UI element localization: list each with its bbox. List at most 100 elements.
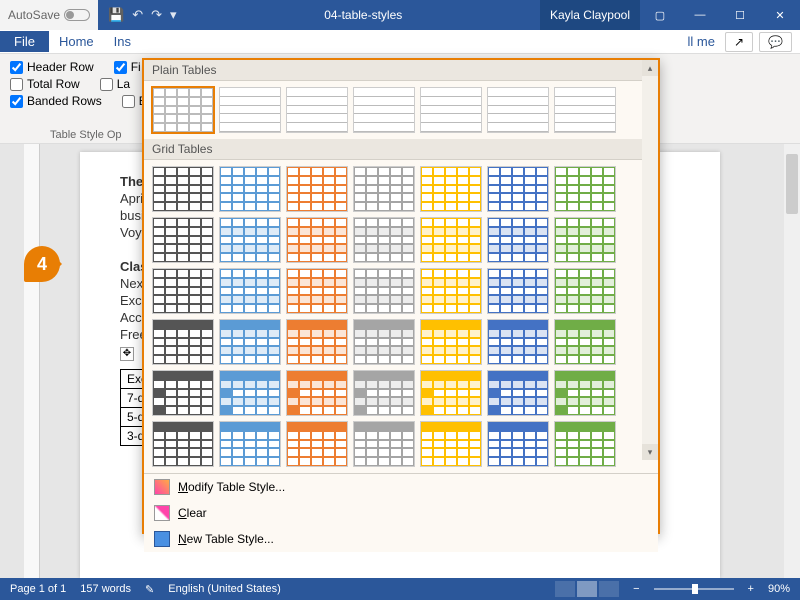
menu-new-table-style[interactable]: New Table Style... bbox=[144, 526, 658, 552]
table-style-thumbnail[interactable] bbox=[420, 319, 482, 365]
tab-tell-me[interactable]: ll me bbox=[678, 34, 725, 49]
table-style-thumbnail[interactable] bbox=[152, 319, 214, 365]
table-style-thumbnail[interactable] bbox=[487, 421, 549, 467]
table-style-thumbnail[interactable] bbox=[420, 87, 482, 133]
minimize-icon[interactable]: — bbox=[680, 0, 720, 30]
vertical-scrollbar[interactable] bbox=[784, 144, 800, 578]
title-bar: AutoSave 💾 ↶ ↷ ▾ 04-table-styles Kayla C… bbox=[0, 0, 800, 30]
new-style-icon bbox=[154, 531, 170, 547]
table-style-thumbnail[interactable] bbox=[554, 166, 616, 212]
table-style-thumbnail[interactable] bbox=[219, 319, 281, 365]
ribbon-display-icon[interactable]: ▢ bbox=[640, 0, 680, 30]
modify-icon bbox=[154, 479, 170, 495]
table-style-thumbnail[interactable] bbox=[353, 370, 415, 416]
autosave-toggle[interactable]: AutoSave bbox=[0, 0, 98, 30]
zoom-slider[interactable] bbox=[654, 588, 734, 590]
maximize-icon[interactable]: ☐ bbox=[720, 0, 760, 30]
zoom-level[interactable]: 90% bbox=[768, 583, 790, 595]
table-style-thumbnail[interactable] bbox=[554, 421, 616, 467]
table-style-thumbnail[interactable] bbox=[286, 421, 348, 467]
table-style-thumbnail[interactable] bbox=[487, 87, 549, 133]
table-move-handle-icon[interactable]: ✥ bbox=[120, 347, 134, 361]
comments-button[interactable]: 💬 bbox=[759, 32, 792, 52]
table-style-thumbnail[interactable] bbox=[420, 166, 482, 212]
zoom-in-icon[interactable]: + bbox=[748, 583, 754, 595]
table-style-thumbnail[interactable] bbox=[219, 421, 281, 467]
redo-icon[interactable]: ↷ bbox=[151, 7, 162, 23]
close-icon[interactable]: ✕ bbox=[760, 0, 800, 30]
menu-modify-table-style[interactable]: Modify Table Style... bbox=[144, 474, 658, 500]
quick-access-toolbar: 💾 ↶ ↷ ▾ bbox=[98, 7, 187, 23]
share-button[interactable]: ↗ bbox=[725, 32, 753, 52]
table-style-thumbnail[interactable] bbox=[353, 87, 415, 133]
menu-clear[interactable]: Clear bbox=[144, 500, 658, 526]
table-style-thumbnail[interactable] bbox=[554, 87, 616, 133]
word-count[interactable]: 157 words bbox=[80, 583, 131, 595]
table-style-thumbnail[interactable] bbox=[420, 370, 482, 416]
table-style-thumbnail[interactable] bbox=[420, 268, 482, 314]
checkbox-header-row[interactable]: Header Row bbox=[10, 60, 94, 74]
page-indicator[interactable]: Page 1 of 1 bbox=[10, 583, 66, 595]
table-style-thumbnail[interactable] bbox=[487, 319, 549, 365]
proofing-icon[interactable]: ✎ bbox=[145, 583, 154, 596]
scrollbar-thumb[interactable] bbox=[786, 154, 798, 214]
checkbox-last-column[interactable]: La bbox=[100, 77, 130, 91]
clear-icon bbox=[154, 505, 170, 521]
table-style-thumbnail[interactable] bbox=[152, 421, 214, 467]
table-style-thumbnail[interactable] bbox=[152, 87, 214, 133]
table-style-thumbnail[interactable] bbox=[487, 166, 549, 212]
table-style-thumbnail[interactable] bbox=[554, 370, 616, 416]
table-style-thumbnail[interactable] bbox=[554, 217, 616, 263]
scroll-down-icon[interactable]: ▾ bbox=[642, 444, 658, 460]
scroll-up-icon[interactable]: ▴ bbox=[642, 60, 658, 76]
table-style-thumbnail[interactable] bbox=[487, 268, 549, 314]
table-style-thumbnail[interactable] bbox=[353, 268, 415, 314]
status-bar: Page 1 of 1 157 words ✎ English (United … bbox=[0, 578, 800, 600]
table-style-thumbnail[interactable] bbox=[286, 319, 348, 365]
customize-qat-icon[interactable]: ▾ bbox=[170, 7, 177, 23]
table-style-thumbnail[interactable] bbox=[353, 166, 415, 212]
table-style-thumbnail[interactable] bbox=[152, 370, 214, 416]
table-style-thumbnail[interactable] bbox=[487, 370, 549, 416]
language-indicator[interactable]: English (United States) bbox=[168, 583, 281, 595]
zoom-out-icon[interactable]: − bbox=[633, 583, 639, 595]
table-style-thumbnail[interactable] bbox=[487, 217, 549, 263]
read-mode-icon[interactable] bbox=[555, 581, 575, 597]
table-style-thumbnail[interactable] bbox=[420, 421, 482, 467]
table-style-thumbnail[interactable] bbox=[219, 268, 281, 314]
vertical-ruler bbox=[24, 144, 40, 578]
gallery-scrollbar[interactable]: ▴ ▾ bbox=[642, 60, 658, 460]
table-style-thumbnail[interactable] bbox=[152, 268, 214, 314]
print-layout-icon[interactable] bbox=[577, 581, 597, 597]
tab-file[interactable]: File bbox=[0, 31, 49, 52]
table-style-thumbnail[interactable] bbox=[353, 421, 415, 467]
table-style-thumbnail[interactable] bbox=[219, 166, 281, 212]
gallery-section-plain: Plain Tables bbox=[144, 60, 658, 81]
table-style-thumbnail[interactable] bbox=[286, 166, 348, 212]
checkbox-first-column[interactable]: Fi bbox=[114, 60, 141, 74]
table-style-thumbnail[interactable] bbox=[219, 370, 281, 416]
table-style-thumbnail[interactable] bbox=[286, 370, 348, 416]
table-style-thumbnail[interactable] bbox=[219, 87, 281, 133]
undo-icon[interactable]: ↶ bbox=[132, 7, 143, 23]
view-buttons bbox=[555, 581, 619, 597]
step-callout: 4 bbox=[24, 246, 60, 282]
table-style-thumbnail[interactable] bbox=[353, 319, 415, 365]
save-icon[interactable]: 💾 bbox=[108, 7, 124, 23]
table-style-thumbnail[interactable] bbox=[286, 217, 348, 263]
table-style-thumbnail[interactable] bbox=[152, 166, 214, 212]
checkbox-banded-rows[interactable]: Banded Rows bbox=[10, 94, 102, 108]
table-style-thumbnail[interactable] bbox=[554, 268, 616, 314]
table-style-thumbnail[interactable] bbox=[286, 87, 348, 133]
tab-insert[interactable]: Ins bbox=[104, 34, 141, 49]
table-style-thumbnail[interactable] bbox=[286, 268, 348, 314]
checkbox-total-row[interactable]: Total Row bbox=[10, 77, 80, 91]
table-style-thumbnail[interactable] bbox=[554, 319, 616, 365]
table-style-thumbnail[interactable] bbox=[420, 217, 482, 263]
table-style-thumbnail[interactable] bbox=[219, 217, 281, 263]
tab-home[interactable]: Home bbox=[49, 34, 104, 49]
user-name[interactable]: Kayla Claypool bbox=[540, 0, 640, 30]
table-style-thumbnail[interactable] bbox=[152, 217, 214, 263]
table-style-thumbnail[interactable] bbox=[353, 217, 415, 263]
web-layout-icon[interactable] bbox=[599, 581, 619, 597]
